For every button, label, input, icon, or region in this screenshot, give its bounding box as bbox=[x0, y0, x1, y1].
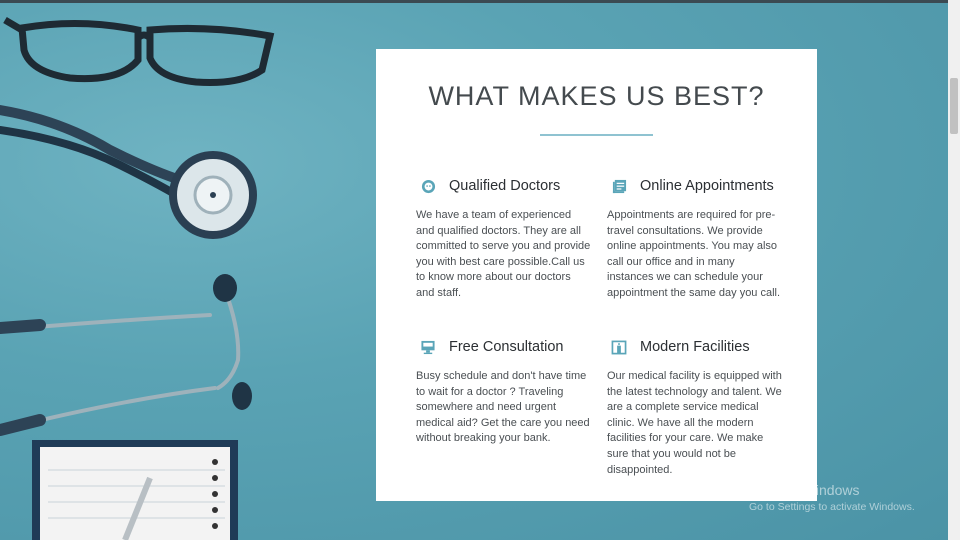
feature-description: Appointments are required for pre-travel… bbox=[607, 209, 781, 299]
section-title: WHAT MAKES US BEST? bbox=[428, 81, 765, 111]
feature-description: We have a team of experienced and qualif… bbox=[416, 209, 591, 299]
watermark-subtitle: Go to Settings to activate Windows. bbox=[749, 501, 915, 513]
feature-free-consultation: Free Consultation Busy schedule and don'… bbox=[416, 336, 591, 447]
feature-title: Online Appointments bbox=[640, 178, 774, 194]
feature-title: Modern Facilities bbox=[640, 339, 750, 355]
feature-modern-facilities: Modern Facilities Our medical facility i… bbox=[607, 336, 782, 478]
building-door-icon bbox=[611, 339, 627, 355]
feature-online-appointments: Online Appointments Appointments are req… bbox=[607, 175, 782, 302]
windows-activation-watermark: Activate Windows Go to Settings to activ… bbox=[749, 482, 915, 513]
feature-description: Our medical facility is equipped with th… bbox=[607, 370, 782, 476]
list-document-icon bbox=[611, 178, 627, 194]
title-underline bbox=[540, 134, 653, 136]
stethoscope-icon bbox=[0, 105, 257, 436]
notebook-icon bbox=[32, 440, 238, 540]
smiley-face-icon bbox=[420, 178, 436, 194]
scrollbar-thumb[interactable] bbox=[950, 78, 958, 134]
feature-qualified-doctors: Qualified Doctors We have a team of expe… bbox=[416, 175, 591, 302]
watermark-title: Activate Windows bbox=[749, 482, 860, 498]
features-card: WHAT MAKES US BEST? Qualified Doctors We… bbox=[376, 49, 817, 501]
feature-description: Busy schedule and don't have time to wai… bbox=[416, 370, 590, 445]
glasses-icon bbox=[3, 16, 275, 86]
page-scrollbar[interactable] bbox=[948, 0, 960, 540]
feature-title: Qualified Doctors bbox=[449, 178, 561, 194]
feature-title: Free Consultation bbox=[449, 339, 564, 355]
monitor-icon bbox=[420, 339, 436, 355]
